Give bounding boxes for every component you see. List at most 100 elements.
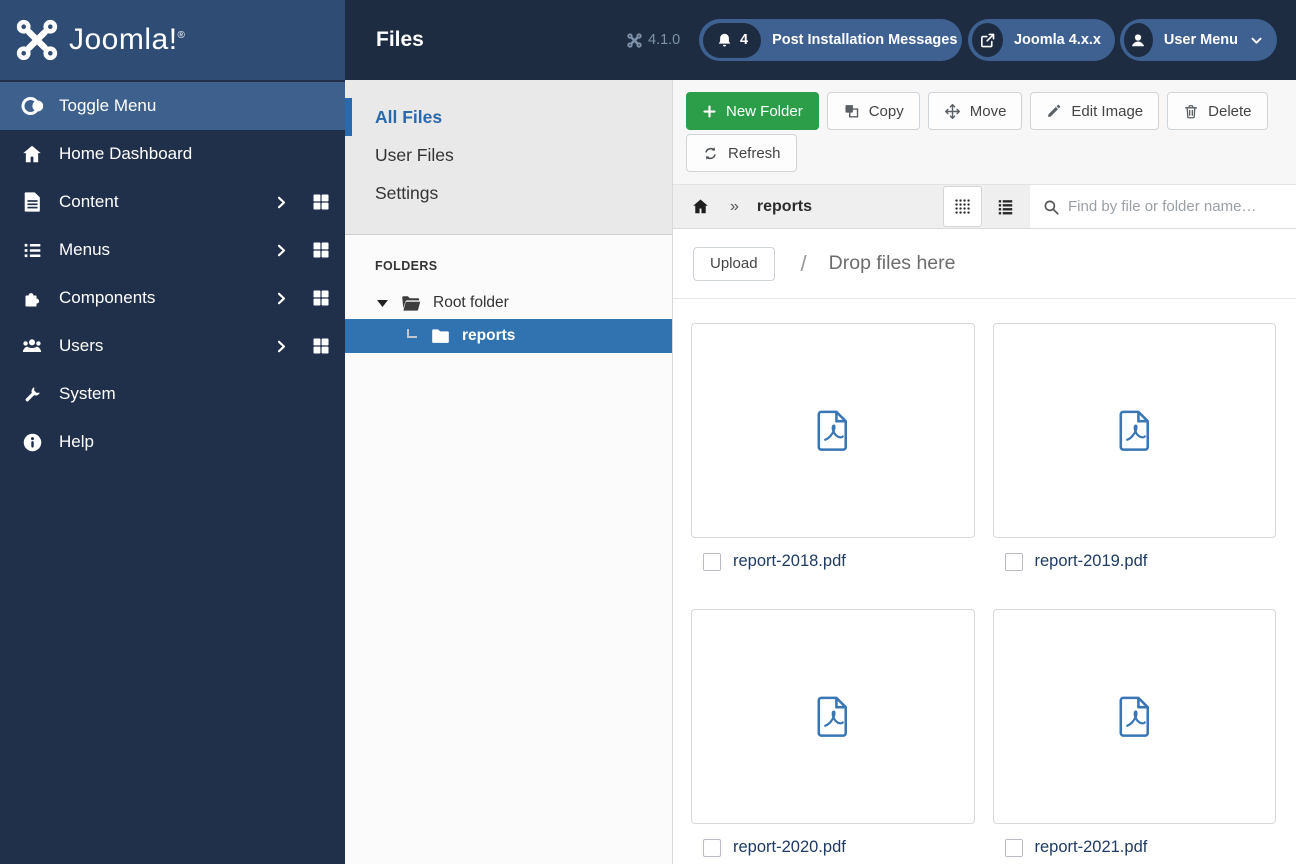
chevron-right-icon[interactable]	[274, 195, 289, 210]
pdf-file-icon	[1119, 410, 1149, 451]
external-link-icon	[972, 23, 1003, 57]
dashboard-grid-icon[interactable]	[311, 192, 331, 212]
file-item: report-2019.pdf	[992, 323, 1276, 571]
wrench-icon	[20, 384, 44, 405]
file-item: report-2018.pdf	[691, 323, 975, 571]
joomla-logo[interactable]: Joomla!®	[0, 0, 345, 80]
tree-item-reports-selected[interactable]: reports	[345, 319, 672, 353]
file-name[interactable]: report-2018.pdf	[733, 552, 846, 571]
file-name[interactable]: report-2019.pdf	[1035, 552, 1148, 571]
caret-down-icon[interactable]	[377, 299, 389, 307]
toolbar: New Folder Copy Move Edit Image Delete R…	[673, 80, 1296, 184]
brand-wordmark: Joomla!®	[69, 23, 186, 56]
top-bar: Joomla!® Files 4.1.0 4 Post Installation…	[0, 0, 1296, 80]
copy-icon	[843, 103, 860, 120]
bell-icon	[716, 32, 733, 49]
notification-count: 4	[740, 32, 749, 48]
toggle-icon	[20, 94, 44, 118]
media-main: New Folder Copy Move Edit Image Delete R…	[672, 80, 1296, 864]
refresh-icon	[702, 145, 719, 162]
drop-files-label: Drop files here	[828, 252, 956, 274]
copy-button[interactable]: Copy	[826, 92, 920, 130]
sidebar-item-content[interactable]: Content	[0, 178, 345, 226]
notification-count-chip: 4	[703, 22, 762, 58]
dashboard-grid-icon[interactable]	[311, 288, 331, 308]
file-name[interactable]: report-2020.pdf	[733, 838, 846, 857]
folder-open-icon	[401, 295, 421, 312]
search-box	[1030, 185, 1296, 228]
grid-view-button[interactable]	[943, 186, 982, 227]
sidebar-item-components[interactable]: Components	[0, 274, 345, 322]
breadcrumb-separator: »	[730, 197, 739, 215]
user-icon	[1124, 23, 1153, 57]
file-card[interactable]	[691, 323, 975, 538]
new-folder-button[interactable]: New Folder	[686, 92, 819, 130]
list-view-button[interactable]	[986, 186, 1025, 227]
chevron-right-icon[interactable]	[274, 339, 289, 354]
media-sidebar: All Files User Files Settings FOLDERS Ro…	[345, 80, 672, 864]
nav-item-user-files[interactable]: User Files	[345, 136, 672, 174]
main-menu-sidebar: Toggle Menu Home Dashboard Content Menus…	[0, 80, 345, 864]
folder-icon	[431, 328, 450, 344]
info-icon	[20, 432, 44, 453]
plus-icon	[702, 104, 717, 119]
version-indicator: 4.1.0	[627, 0, 680, 80]
nav-item-settings[interactable]: Settings	[345, 174, 672, 212]
file-item: report-2021.pdf	[992, 609, 1276, 857]
search-icon	[1042, 198, 1060, 216]
folders-heading: FOLDERS	[375, 259, 438, 273]
file-checkbox[interactable]	[703, 552, 721, 571]
breadcrumb-bar: » reports	[673, 184, 1296, 229]
joomla-link-button[interactable]: Joomla 4.x.x	[968, 19, 1115, 61]
view-toggles	[943, 186, 1030, 227]
search-input[interactable]	[1068, 198, 1296, 215]
pdf-file-icon	[817, 696, 848, 737]
sidebar-item-system[interactable]: System	[0, 370, 345, 418]
chevron-down-icon	[1249, 33, 1264, 48]
upload-area[interactable]: Upload / Drop files here	[673, 229, 1296, 299]
file-checkbox[interactable]	[1004, 552, 1023, 571]
chevron-right-icon[interactable]	[274, 291, 289, 306]
post-installation-messages-button[interactable]: 4 Post Installation Messages	[699, 19, 962, 61]
sidebar-item-toggle-menu[interactable]: Toggle Menu	[0, 82, 345, 130]
refresh-button[interactable]: Refresh	[686, 134, 797, 172]
sidebar-item-home-dashboard[interactable]: Home Dashboard	[0, 130, 345, 178]
breadcrumb-current: reports	[756, 197, 813, 215]
file-checkbox[interactable]	[703, 838, 721, 857]
pdf-file-icon	[1119, 696, 1149, 737]
file-checkbox[interactable]	[1004, 838, 1023, 857]
file-grid: report-2018.pdf report-2019.pdf report-2…	[673, 299, 1296, 864]
document-icon	[20, 191, 44, 213]
user-menu-button[interactable]: User Menu	[1120, 19, 1277, 61]
media-nav: All Files User Files Settings	[345, 80, 672, 235]
file-card[interactable]	[992, 323, 1276, 538]
sidebar-item-users[interactable]: Users	[0, 322, 345, 370]
upload-button[interactable]: Upload	[693, 246, 775, 281]
joomla-version-icon	[627, 32, 642, 48]
chevron-right-icon[interactable]	[274, 243, 289, 258]
pdf-file-icon	[817, 410, 848, 451]
file-card[interactable]	[691, 609, 975, 824]
edit-image-button[interactable]: Edit Image	[1030, 92, 1160, 130]
file-card[interactable]	[992, 609, 1276, 824]
dashboard-grid-icon[interactable]	[311, 240, 331, 260]
users-icon	[20, 335, 44, 357]
file-item: report-2020.pdf	[691, 609, 975, 857]
nav-item-all-files[interactable]: All Files	[345, 98, 672, 136]
tree-item-root-folder[interactable]: Root folder	[345, 287, 672, 319]
move-icon	[944, 103, 961, 120]
sidebar-item-menus[interactable]: Menus	[0, 226, 345, 274]
move-button[interactable]: Move	[927, 92, 1023, 130]
sidebar-item-help[interactable]: Help	[0, 418, 345, 466]
home-icon	[20, 143, 44, 165]
list-icon	[20, 240, 44, 261]
upload-separator: /	[800, 250, 807, 276]
file-name[interactable]: report-2021.pdf	[1035, 838, 1148, 857]
breadcrumb-home-icon[interactable]	[691, 197, 710, 216]
page-title: Files	[376, 28, 424, 51]
puzzle-icon	[20, 288, 44, 309]
joomla-mark-icon	[15, 18, 59, 62]
delete-button[interactable]: Delete	[1167, 92, 1268, 130]
header: Files 4.1.0 4 Post Installation Messages…	[345, 0, 1296, 80]
dashboard-grid-icon[interactable]	[311, 336, 331, 356]
